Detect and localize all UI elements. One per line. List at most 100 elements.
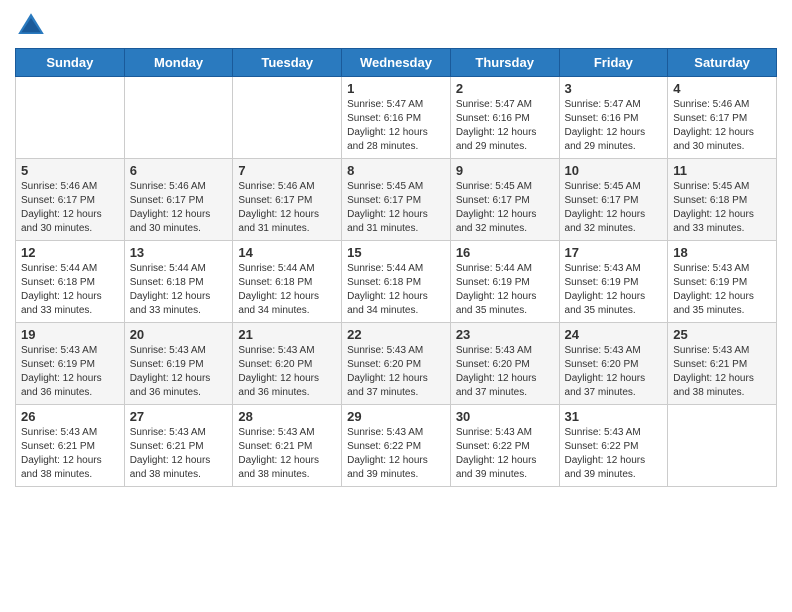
weekday-header-row: SundayMondayTuesdayWednesdayThursdayFrid… <box>16 49 777 77</box>
day-info: Sunrise: 5:43 AM Sunset: 6:21 PM Dayligh… <box>673 344 771 400</box>
day-cell: 22 Sunrise: 5:43 AM Sunset: 6:20 PM Dayli… <box>342 323 451 405</box>
day-cell: 30Sunrise: 5:43 AM Sunset: 6:22 PM Dayli… <box>450 405 559 487</box>
day-cell: 1Sunrise: 5:47 AM Sunset: 6:16 PM Daylig… <box>342 77 451 159</box>
day-cell: 8Sunrise: 5:45 AM Sunset: 6:17 PM Daylig… <box>342 159 451 241</box>
day-cell: 27 Sunrise: 5:43 AM Sunset: 6:21 PM Dayli… <box>124 405 233 487</box>
day-number: 18 <box>673 245 771 260</box>
day-cell: 17Sunrise: 5:43 AM Sunset: 6:19 PM Dayli… <box>559 241 668 323</box>
week-row-1: 1Sunrise: 5:47 AM Sunset: 6:16 PM Daylig… <box>16 77 777 159</box>
day-cell: 14Sunrise: 5:44 AM Sunset: 6:18 PM Dayli… <box>233 241 342 323</box>
day-cell <box>668 405 777 487</box>
week-row-2: 5 Sunrise: 5:46 AM Sunset: 6:17 PM Daylig… <box>16 159 777 241</box>
day-info: Sunrise: 5:43 AM Sunset: 6:20 PM Dayligh… <box>565 344 663 400</box>
day-cell <box>233 77 342 159</box>
day-info: Sunrise: 5:43 AM Sunset: 6:19 PM Dayligh… <box>130 344 228 400</box>
day-info: Sunrise: 5:43 AM Sunset: 6:21 PM Dayligh… <box>238 426 336 482</box>
day-number: 31 <box>565 409 663 424</box>
day-info: Sunrise: 5:43 AM Sunset: 6:20 PM Dayligh… <box>347 344 445 400</box>
calendar: SundayMondayTuesdayWednesdayThursdayFrid… <box>15 48 777 487</box>
day-cell: 11 Sunrise: 5:45 AM Sunset: 6:18 PM Dayli… <box>668 159 777 241</box>
day-number: 30 <box>456 409 554 424</box>
day-info: Sunrise: 5:46 AM Sunset: 6:17 PM Dayligh… <box>21 180 119 236</box>
day-info: Sunrise: 5:43 AM Sunset: 6:20 PM Dayligh… <box>456 344 554 400</box>
day-number: 9 <box>456 163 554 178</box>
day-info: Sunrise: 5:46 AM Sunset: 6:17 PM Dayligh… <box>673 98 771 154</box>
day-number: 27 <box>130 409 228 424</box>
day-info: Sunrise: 5:46 AM Sunset: 6:17 PM Dayligh… <box>130 180 228 236</box>
day-number: 10 <box>565 163 663 178</box>
day-cell: 31 Sunrise: 5:43 AM Sunset: 6:22 PM Dayli… <box>559 405 668 487</box>
day-info: Sunrise: 5:47 AM Sunset: 6:16 PM Dayligh… <box>347 98 445 154</box>
day-number: 26 <box>21 409 119 424</box>
day-cell: 25 Sunrise: 5:43 AM Sunset: 6:21 PM Dayli… <box>668 323 777 405</box>
weekday-header-saturday: Saturday <box>668 49 777 77</box>
day-cell: 16 Sunrise: 5:44 AM Sunset: 6:19 PM Dayli… <box>450 241 559 323</box>
day-number: 6 <box>130 163 228 178</box>
day-cell: 18 Sunrise: 5:43 AM Sunset: 6:19 PM Dayli… <box>668 241 777 323</box>
weekday-header-wednesday: Wednesday <box>342 49 451 77</box>
day-cell: 19 Sunrise: 5:43 AM Sunset: 6:19 PM Dayli… <box>16 323 125 405</box>
header <box>15 10 777 42</box>
day-cell: 23 Sunrise: 5:43 AM Sunset: 6:20 PM Dayli… <box>450 323 559 405</box>
weekday-header-tuesday: Tuesday <box>233 49 342 77</box>
day-cell: 20 Sunrise: 5:43 AM Sunset: 6:19 PM Dayli… <box>124 323 233 405</box>
day-number: 11 <box>673 163 771 178</box>
day-number: 28 <box>238 409 336 424</box>
day-info: Sunrise: 5:43 AM Sunset: 6:22 PM Dayligh… <box>347 426 445 482</box>
day-info: Sunrise: 5:44 AM Sunset: 6:18 PM Dayligh… <box>130 262 228 318</box>
day-info: Sunrise: 5:43 AM Sunset: 6:19 PM Dayligh… <box>21 344 119 400</box>
day-number: 20 <box>130 327 228 342</box>
day-number: 23 <box>456 327 554 342</box>
day-info: Sunrise: 5:43 AM Sunset: 6:19 PM Dayligh… <box>673 262 771 318</box>
day-cell: 26 Sunrise: 5:43 AM Sunset: 6:21 PM Dayli… <box>16 405 125 487</box>
day-number: 22 <box>347 327 445 342</box>
day-number: 25 <box>673 327 771 342</box>
day-number: 7 <box>238 163 336 178</box>
week-row-3: 12 Sunrise: 5:44 AM Sunset: 6:18 PM Dayli… <box>16 241 777 323</box>
day-cell <box>124 77 233 159</box>
day-cell: 10Sunrise: 5:45 AM Sunset: 6:17 PM Dayli… <box>559 159 668 241</box>
weekday-header-friday: Friday <box>559 49 668 77</box>
day-info: Sunrise: 5:46 AM Sunset: 6:17 PM Dayligh… <box>238 180 336 236</box>
day-number: 4 <box>673 81 771 96</box>
week-row-4: 19 Sunrise: 5:43 AM Sunset: 6:19 PM Dayli… <box>16 323 777 405</box>
day-info: Sunrise: 5:43 AM Sunset: 6:21 PM Dayligh… <box>130 426 228 482</box>
day-number: 21 <box>238 327 336 342</box>
day-info: Sunrise: 5:45 AM Sunset: 6:17 PM Dayligh… <box>347 180 445 236</box>
day-cell: 15Sunrise: 5:44 AM Sunset: 6:18 PM Dayli… <box>342 241 451 323</box>
day-cell: 13Sunrise: 5:44 AM Sunset: 6:18 PM Dayli… <box>124 241 233 323</box>
day-cell: 7 Sunrise: 5:46 AM Sunset: 6:17 PM Daylig… <box>233 159 342 241</box>
day-info: Sunrise: 5:44 AM Sunset: 6:19 PM Dayligh… <box>456 262 554 318</box>
day-number: 19 <box>21 327 119 342</box>
day-number: 29 <box>347 409 445 424</box>
day-cell: 21 Sunrise: 5:43 AM Sunset: 6:20 PM Dayli… <box>233 323 342 405</box>
day-info: Sunrise: 5:44 AM Sunset: 6:18 PM Dayligh… <box>238 262 336 318</box>
day-info: Sunrise: 5:44 AM Sunset: 6:18 PM Dayligh… <box>21 262 119 318</box>
day-number: 15 <box>347 245 445 260</box>
day-number: 16 <box>456 245 554 260</box>
day-info: Sunrise: 5:45 AM Sunset: 6:18 PM Dayligh… <box>673 180 771 236</box>
day-info: Sunrise: 5:45 AM Sunset: 6:17 PM Dayligh… <box>456 180 554 236</box>
weekday-header-sunday: Sunday <box>16 49 125 77</box>
day-number: 2 <box>456 81 554 96</box>
day-cell <box>16 77 125 159</box>
day-number: 24 <box>565 327 663 342</box>
day-cell: 4 Sunrise: 5:46 AM Sunset: 6:17 PM Daylig… <box>668 77 777 159</box>
day-number: 12 <box>21 245 119 260</box>
weekday-header-monday: Monday <box>124 49 233 77</box>
day-cell: 5 Sunrise: 5:46 AM Sunset: 6:17 PM Daylig… <box>16 159 125 241</box>
day-number: 5 <box>21 163 119 178</box>
day-cell: 9 Sunrise: 5:45 AM Sunset: 6:17 PM Daylig… <box>450 159 559 241</box>
day-info: Sunrise: 5:43 AM Sunset: 6:20 PM Dayligh… <box>238 344 336 400</box>
week-row-5: 26 Sunrise: 5:43 AM Sunset: 6:21 PM Dayli… <box>16 405 777 487</box>
weekday-header-thursday: Thursday <box>450 49 559 77</box>
day-cell: 12 Sunrise: 5:44 AM Sunset: 6:18 PM Dayli… <box>16 241 125 323</box>
day-info: Sunrise: 5:43 AM Sunset: 6:21 PM Dayligh… <box>21 426 119 482</box>
day-info: Sunrise: 5:43 AM Sunset: 6:22 PM Dayligh… <box>565 426 663 482</box>
logo <box>15 10 51 42</box>
logo-icon <box>15 10 47 42</box>
day-cell: 3 Sunrise: 5:47 AM Sunset: 6:16 PM Daylig… <box>559 77 668 159</box>
day-info: Sunrise: 5:43 AM Sunset: 6:19 PM Dayligh… <box>565 262 663 318</box>
day-info: Sunrise: 5:47 AM Sunset: 6:16 PM Dayligh… <box>565 98 663 154</box>
day-number: 3 <box>565 81 663 96</box>
